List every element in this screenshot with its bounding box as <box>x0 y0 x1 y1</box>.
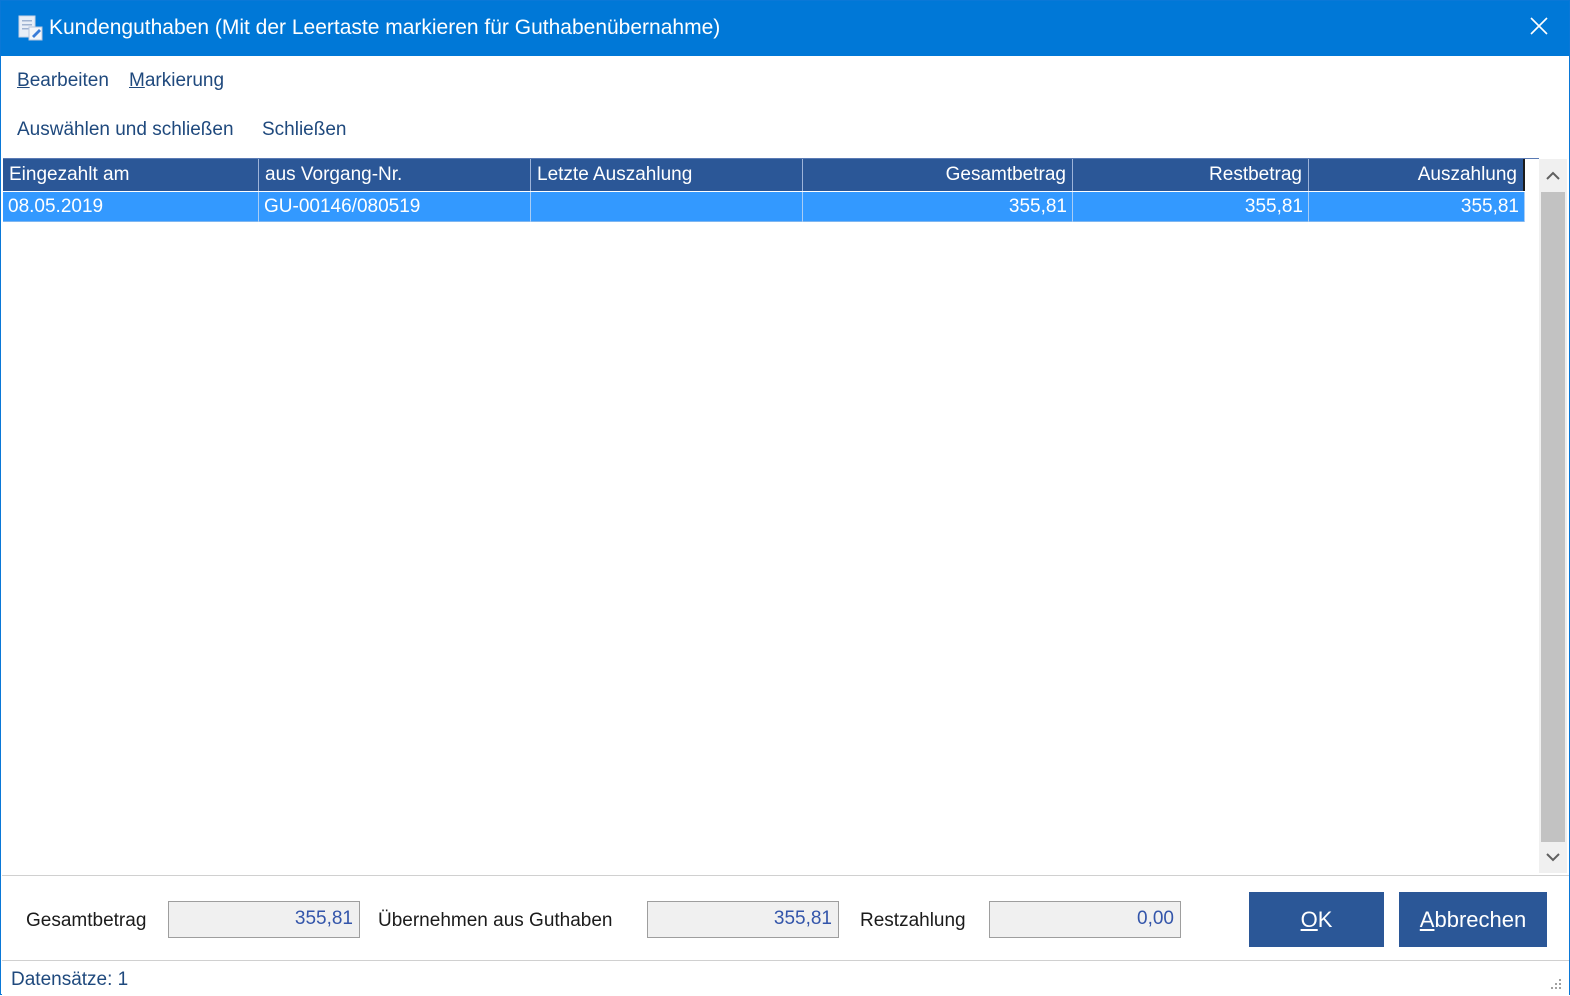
document-edit-icon <box>16 14 44 42</box>
scroll-up-button[interactable] <box>1539 161 1567 191</box>
uebernehmen-field: 355,81 <box>647 901 839 938</box>
cell-restbetrag: 355,81 <box>1073 192 1309 222</box>
ok-accel-letter: O <box>1300 906 1318 932</box>
gesamtbetrag-label: Gesamtbetrag <box>26 910 147 931</box>
cancel-label-rest: bbrechen <box>1434 906 1527 932</box>
chevron-up-icon <box>1546 167 1560 185</box>
cell-gesamtbetrag: 355,81 <box>803 192 1073 222</box>
column-header-letzte-auszahlung[interactable]: Letzte Auszahlung <box>531 159 803 191</box>
menu-markierung[interactable]: Markierung <box>129 70 224 92</box>
dialog-window: Kundenguthaben (Mit der Leertaste markie… <box>0 0 1570 995</box>
cell-eingezahlt: 08.05.2019 <box>3 192 259 222</box>
credit-grid[interactable]: Eingezahlt am aus Vorgang-Nr. Letzte Aus… <box>3 158 1539 874</box>
status-bar: Datensätze: 1 <box>2 963 1569 995</box>
cell-auszahlung: 355,81 <box>1309 192 1525 222</box>
cancel-accel-letter: A <box>1419 906 1435 932</box>
restzahlung-field: 0,00 <box>989 901 1181 938</box>
gesamtbetrag-field: 355,81 <box>168 901 360 938</box>
close-icon <box>1530 17 1548 40</box>
select-and-close-button[interactable]: Auswählen und schließen <box>17 119 234 141</box>
column-header-gesamtbetrag[interactable]: Gesamtbetrag <box>803 159 1073 191</box>
cancel-button[interactable]: Abbrechen <box>1399 892 1547 947</box>
record-count: Datensätze: 1 <box>11 969 129 990</box>
grid-header: Eingezahlt am aus Vorgang-Nr. Letzte Aus… <box>3 159 1525 191</box>
column-header-auszahlung[interactable]: Auszahlung <box>1309 159 1525 191</box>
uebernehmen-label: Übernehmen aus Guthaben <box>378 910 613 931</box>
resize-grip-icon[interactable] <box>1545 973 1563 991</box>
table-row[interactable]: 08.05.2019 GU-00146/080519 355,81 355,81… <box>3 192 1525 222</box>
menu-label-rest: earbeiten <box>29 70 109 91</box>
ok-button[interactable]: OK <box>1249 892 1384 947</box>
ok-label-rest: K <box>1317 906 1333 932</box>
close-link-button[interactable]: Schließen <box>262 119 347 141</box>
menu-accel-letter: M <box>129 70 145 91</box>
close-button[interactable] <box>1509 1 1569 56</box>
column-header-vorgang[interactable]: aus Vorgang-Nr. <box>259 159 531 191</box>
scroll-down-button[interactable] <box>1539 843 1567 873</box>
menu-bearbeiten[interactable]: Bearbeiten <box>17 70 109 92</box>
window-title: Kundenguthaben (Mit der Leertaste markie… <box>49 16 721 39</box>
chevron-down-icon <box>1546 849 1560 867</box>
cell-letzte-auszahlung <box>531 192 803 222</box>
menu-accel-letter: B <box>17 70 30 91</box>
restzahlung-label: Restzahlung <box>860 910 966 931</box>
column-header-eingezahlt[interactable]: Eingezahlt am <box>3 159 259 191</box>
column-header-restbetrag[interactable]: Restbetrag <box>1073 159 1309 191</box>
summary-panel: Gesamtbetrag 355,81 Übernehmen aus Gutha… <box>2 875 1569 961</box>
menu-label-rest: arkierung <box>144 70 225 91</box>
vertical-scrollbar[interactable] <box>1539 159 1567 873</box>
scroll-thumb[interactable] <box>1541 192 1565 842</box>
title-bar[interactable]: Kundenguthaben (Mit der Leertaste markie… <box>1 1 1569 56</box>
cell-vorgang-nr: GU-00146/080519 <box>259 192 531 222</box>
